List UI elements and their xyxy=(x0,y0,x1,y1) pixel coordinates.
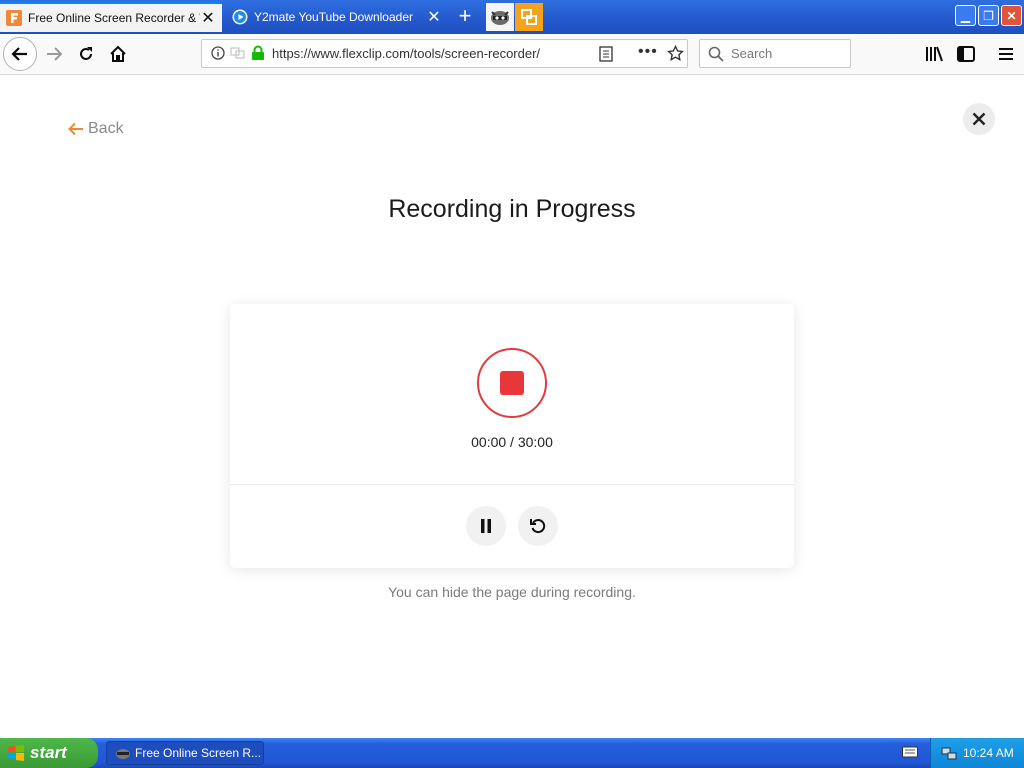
back-label: Back xyxy=(88,120,124,137)
start-label: start xyxy=(30,743,67,762)
extension-raccoon-icon[interactable] xyxy=(486,3,514,31)
permissions-icon[interactable] xyxy=(230,46,246,65)
secure-lock-icon xyxy=(251,45,265,66)
system-tray: 10:24 AM xyxy=(930,738,1024,768)
pause-button[interactable] xyxy=(466,506,506,546)
divider xyxy=(230,484,794,485)
stop-icon xyxy=(500,371,524,395)
search-icon xyxy=(708,46,724,67)
taskbar: start Free Online Screen R... 10:24 AM xyxy=(0,738,1024,768)
start-button[interactable]: start xyxy=(0,738,98,768)
browser-navbar: https://www.flexclip.com/tools/screen-re… xyxy=(0,34,1024,75)
search-placeholder: Search xyxy=(731,46,773,61)
restart-icon xyxy=(530,519,546,534)
close-button[interactable] xyxy=(963,103,995,135)
windows-logo-icon xyxy=(8,745,24,761)
hint-text: You can hide the page during recording. xyxy=(388,584,636,600)
hamburger-menu-icon[interactable] xyxy=(990,38,1022,70)
back-link[interactable]: Back xyxy=(68,120,124,138)
network-icon[interactable] xyxy=(941,745,957,761)
recording-timer: 00:00 / 30:00 xyxy=(471,434,553,450)
page-actions-menu-icon[interactable]: ••• xyxy=(638,43,658,61)
close-icon xyxy=(972,112,986,126)
close-tab-icon[interactable]: ✕ xyxy=(200,8,216,28)
bookmark-star-icon[interactable] xyxy=(667,44,684,67)
arrow-left-icon xyxy=(68,122,83,136)
play-favicon-icon xyxy=(232,9,248,25)
search-bar[interactable]: Search xyxy=(699,39,851,68)
site-info-icon[interactable] xyxy=(211,46,225,65)
page-content: Back Recording in Progress 00:00 / 30:00… xyxy=(0,75,1024,738)
flexclip-favicon-icon xyxy=(6,10,22,26)
restore-window-button[interactable]: ❐ xyxy=(978,5,999,26)
home-button[interactable] xyxy=(102,38,134,70)
url-text: https://www.flexclip.com/tools/screen-re… xyxy=(272,46,541,61)
new-tab-plus-icon[interactable]: + xyxy=(452,4,478,30)
tab-y2mate[interactable]: Y2mate YouTube Downloader ✕ xyxy=(226,2,448,32)
reload-button[interactable] xyxy=(70,38,102,70)
forward-button[interactable] xyxy=(38,38,70,70)
pause-icon xyxy=(481,519,491,533)
keyboard-icon[interactable] xyxy=(902,745,918,759)
back-button[interactable] xyxy=(3,37,37,71)
extension-windows-icon[interactable] xyxy=(515,3,543,31)
stop-recording-button[interactable] xyxy=(477,348,547,418)
page-title: Recording in Progress xyxy=(388,195,636,223)
raccoon-app-icon xyxy=(116,749,130,759)
browser-tab-strip: Free Online Screen Recorder & We ✕ Y2mat… xyxy=(0,0,1024,34)
close-tab-icon[interactable]: ✕ xyxy=(426,7,442,27)
reader-view-icon[interactable] xyxy=(599,46,613,67)
minimize-window-button[interactable]: ▁ xyxy=(955,5,976,26)
sidebar-toggle-icon[interactable] xyxy=(950,38,982,70)
tab-title: Y2mate YouTube Downloader xyxy=(254,10,413,24)
tab-title: Free Online Screen Recorder & We xyxy=(28,11,200,25)
recording-card: 00:00 / 30:00 xyxy=(230,304,794,568)
clock[interactable]: 10:24 AM xyxy=(963,746,1014,760)
restart-button[interactable] xyxy=(518,506,558,546)
url-bar[interactable]: https://www.flexclip.com/tools/screen-re… xyxy=(201,39,688,68)
taskbar-item-label: Free Online Screen R... xyxy=(135,746,262,760)
taskbar-item-firefox[interactable]: Free Online Screen R... xyxy=(106,741,264,765)
close-window-button[interactable]: ✕ xyxy=(1001,5,1022,26)
tab-free-online-screen-recorder[interactable]: Free Online Screen Recorder & We ✕ xyxy=(0,2,222,32)
library-icon[interactable] xyxy=(918,38,950,70)
